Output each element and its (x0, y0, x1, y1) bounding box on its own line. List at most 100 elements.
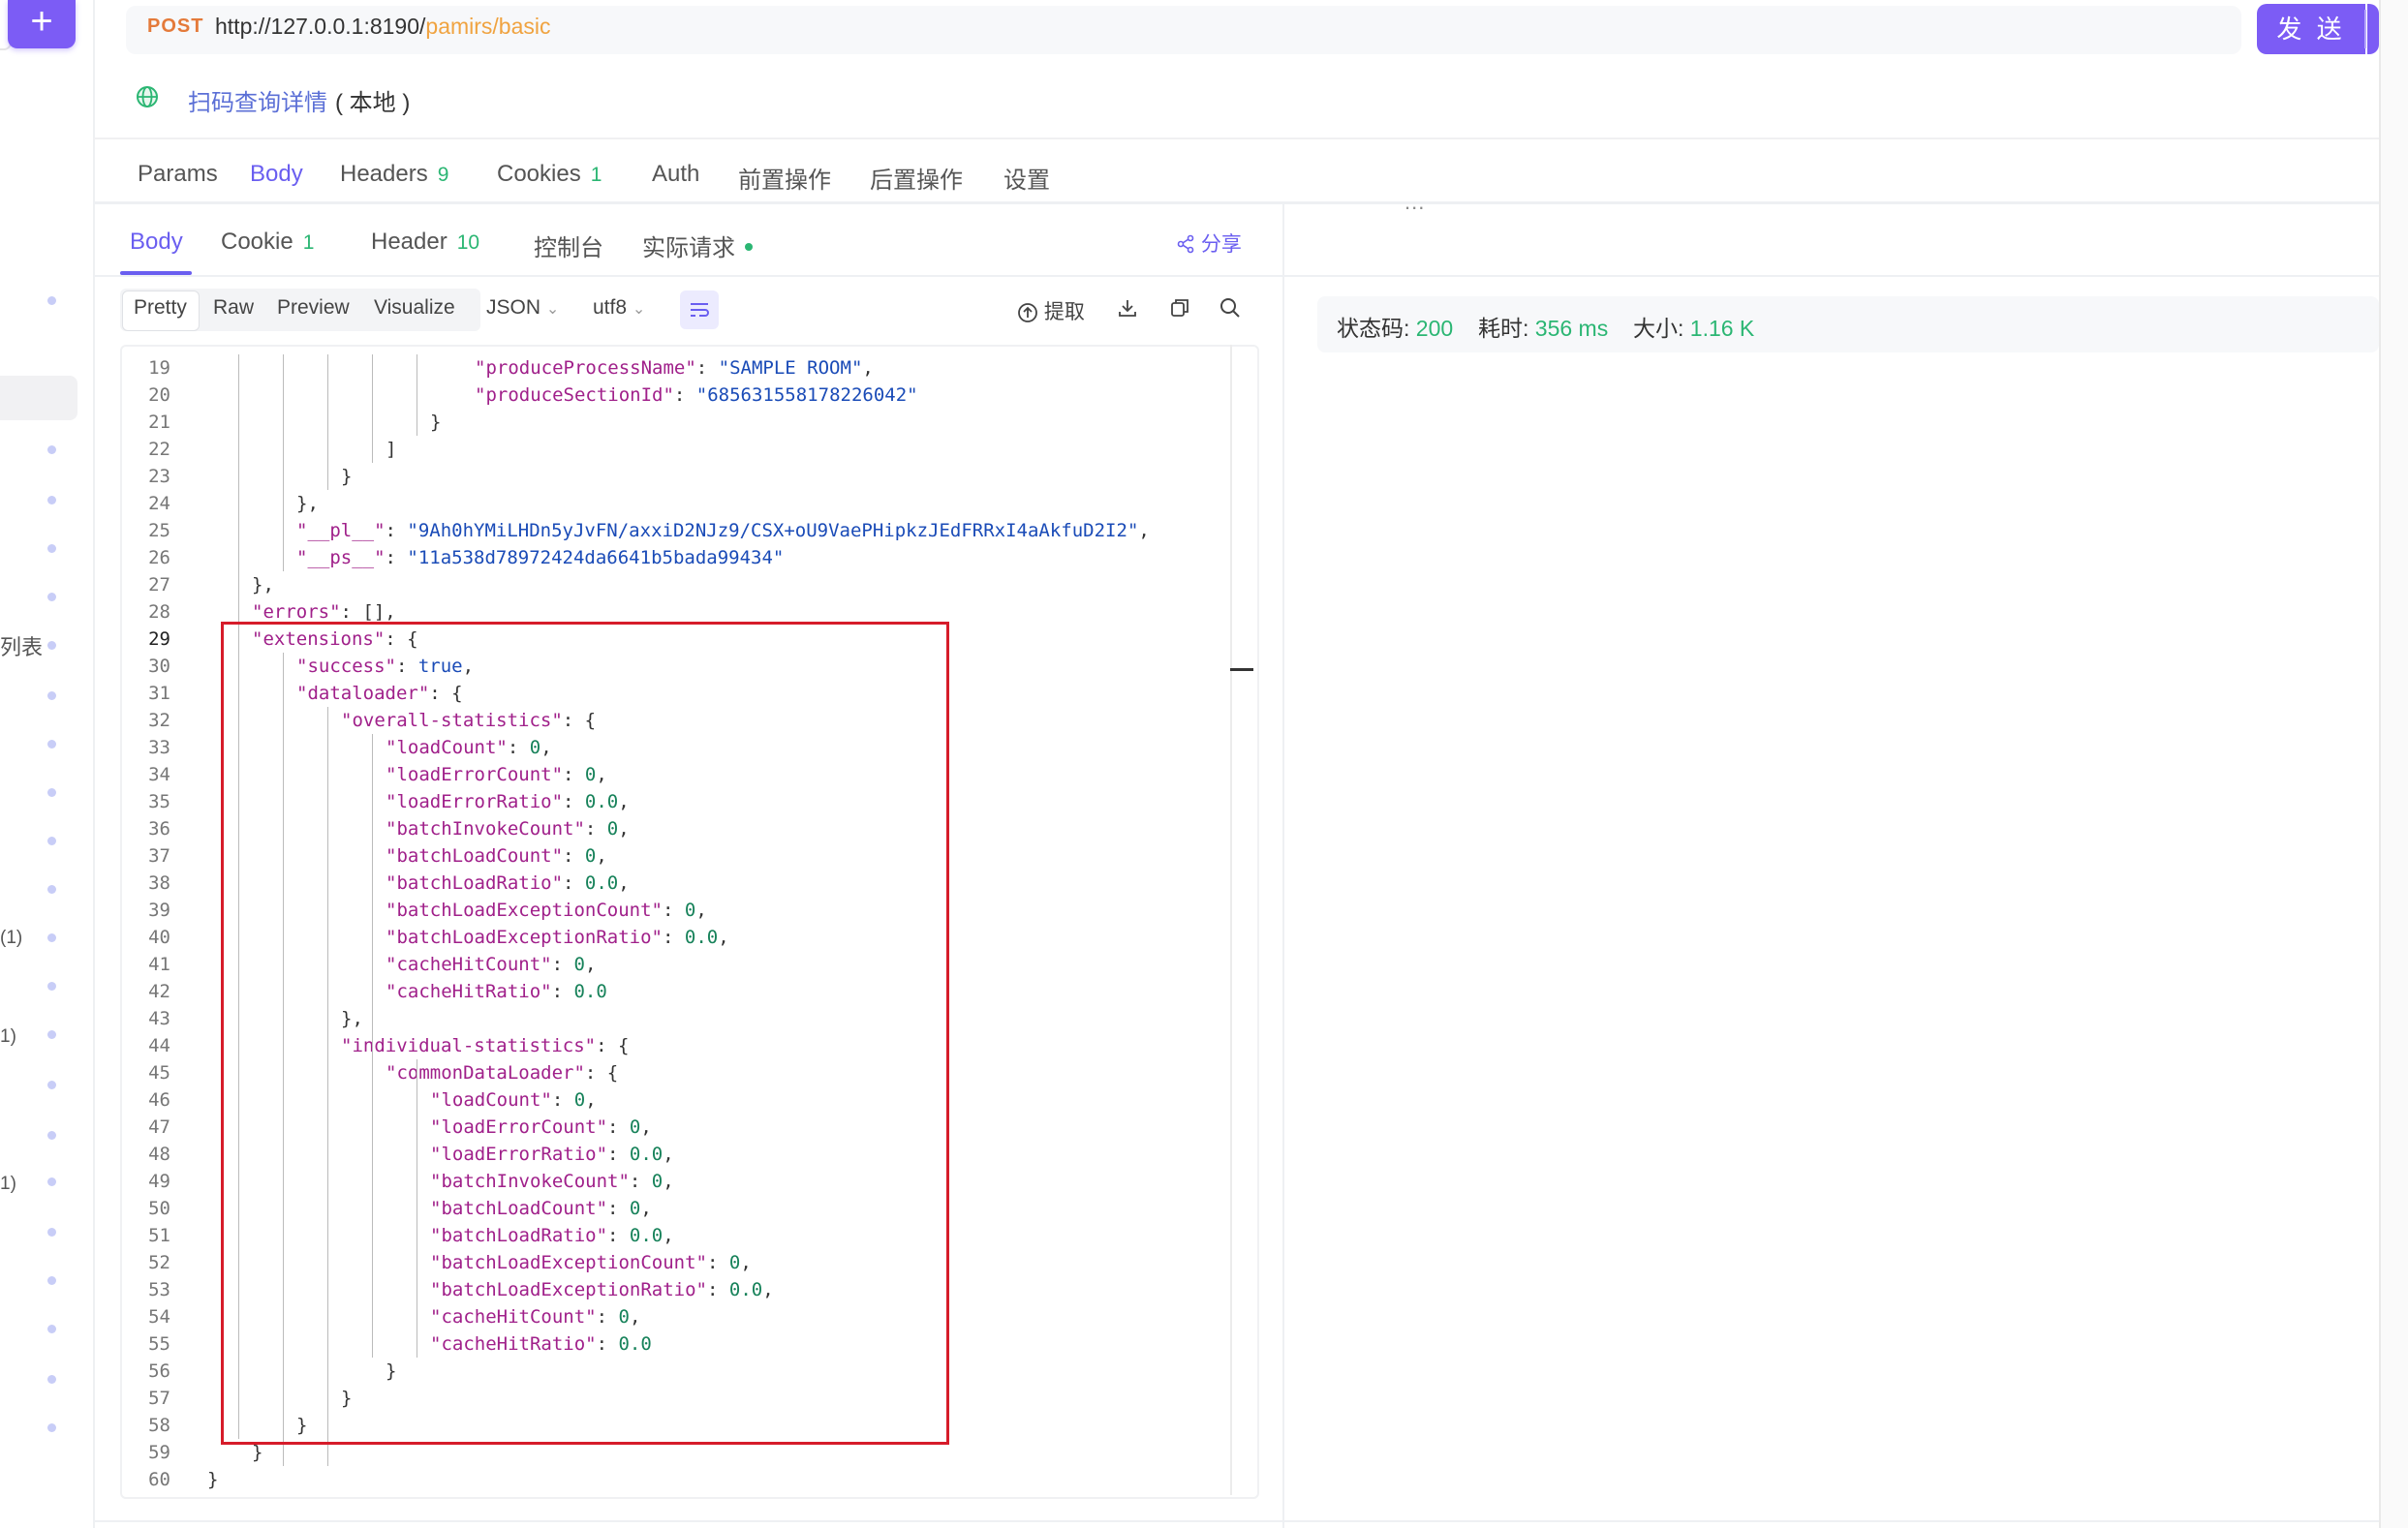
tab-auth[interactable]: Auth (652, 161, 699, 188)
view-pretty-button[interactable]: Pretty (134, 296, 187, 320)
tab-label: 实际请求 (642, 235, 735, 261)
tab-label: 后置操作 (870, 168, 963, 194)
line-number: 21 (148, 412, 170, 433)
word-wrap-button[interactable] (680, 290, 719, 329)
download-icon[interactable] (1116, 296, 1139, 320)
tab-label: Body (250, 161, 303, 187)
tree-node-icon (47, 593, 56, 601)
response-tab-body[interactable]: Body (130, 229, 183, 256)
tab-label: Header (371, 229, 448, 255)
sidebar-selected-item[interactable] (0, 376, 77, 420)
tab-count-badge: 1 (590, 164, 602, 186)
line-number: 52 (148, 1252, 170, 1273)
url-input[interactable]: http://127.0.0.1:8190/pamirs/basic (215, 14, 551, 40)
sidebar-item-fragment[interactable]: 1) (0, 1026, 16, 1048)
divider (93, 1520, 2379, 1522)
tree-node-icon (47, 885, 56, 894)
line-number: 29 (148, 628, 170, 650)
tab-label: Cookie (221, 229, 293, 255)
share-icon (1177, 234, 1194, 254)
line-number: 34 (148, 764, 170, 785)
tree-node-icon (47, 296, 56, 305)
wrap-icon (691, 303, 709, 317)
line-number: 41 (148, 954, 170, 975)
tab-post-processors[interactable]: 后置操作 (870, 161, 963, 195)
api-name-link[interactable]: 扫码查询详情 (188, 83, 327, 117)
resize-handle[interactable]: ... (1405, 190, 1425, 215)
code-text: ] (386, 439, 397, 460)
tab-label: 控制台 (534, 235, 603, 261)
format-select[interactable]: JSON ⌄ (486, 296, 559, 320)
copy-icon[interactable] (1168, 296, 1191, 320)
line-number: 49 (148, 1171, 170, 1192)
response-tab-cookie[interactable]: Cookie 1 (221, 229, 314, 256)
tree-node-icon (47, 1276, 56, 1285)
line-number: 30 (148, 656, 170, 677)
code-text: } (207, 1469, 219, 1490)
tab-count-badge: 10 (456, 231, 480, 254)
response-size: 大小: 1.16 K (1633, 310, 1754, 343)
extract-icon (1018, 303, 1037, 322)
tab-headers[interactable]: Headers 9 (340, 161, 448, 188)
line-number: 38 (148, 872, 170, 894)
resize-divider[interactable] (93, 201, 2379, 204)
response-time-label: 耗时: (1478, 316, 1529, 341)
tab-params[interactable]: Params (138, 161, 218, 188)
line-number: 28 (148, 601, 170, 623)
tree-node-icon (47, 691, 56, 700)
share-button[interactable]: 分享 (1176, 229, 1242, 258)
tree-node-icon (47, 837, 56, 845)
code-line: 24}, (122, 490, 1236, 517)
tab-settings[interactable]: 设置 (1003, 161, 1050, 195)
tab-label: 前置操作 (738, 168, 831, 194)
search-icon[interactable] (1219, 296, 1242, 320)
format-select-value: JSON (486, 296, 541, 319)
line-number: 36 (148, 818, 170, 840)
line-number: 44 (148, 1035, 170, 1056)
tab-count-badge: 1 (302, 231, 315, 254)
status-dot-icon (745, 242, 753, 251)
extract-button[interactable]: 提取 (1017, 296, 1085, 325)
view-raw-button[interactable]: Raw (213, 296, 254, 320)
sidebar-item-fragment[interactable]: (1) (0, 928, 22, 949)
tree-node-icon (47, 1131, 56, 1140)
view-visualize-button[interactable]: Visualize (374, 296, 455, 320)
code-line: 20 "produceSectionId": "68563155817822604… (122, 382, 1236, 409)
encoding-select-value: utf8 (593, 296, 628, 319)
sidebar-item-fragment[interactable]: 列表 (0, 630, 43, 661)
code-line: 26 "__ps__": "11a538d78972424da6641b5bada… (122, 544, 1236, 571)
tree-node-icon (47, 933, 56, 942)
add-button[interactable]: + (8, 0, 76, 48)
view-preview-button[interactable]: Preview (277, 296, 350, 320)
send-dropdown-button[interactable] (2367, 4, 2379, 54)
response-tab-header[interactable]: Header 10 (371, 229, 479, 256)
tree-node-icon (47, 740, 56, 749)
panel-divider[interactable] (1282, 204, 1284, 1528)
divider (93, 138, 2379, 139)
tab-body[interactable]: Body (250, 161, 303, 188)
divider (93, 275, 2379, 277)
highlight-annotation-box (221, 622, 949, 1445)
tab-cookies[interactable]: Cookies 1 (497, 161, 602, 188)
sidebar-item-fragment[interactable]: 1) (0, 1174, 16, 1195)
line-number: 43 (148, 1008, 170, 1029)
tree-node-icon (47, 1177, 56, 1186)
send-button[interactable]: 发 送 (2257, 4, 2365, 54)
response-tab-actual-request[interactable]: 实际请求 (642, 229, 753, 262)
line-number: 60 (148, 1469, 170, 1490)
status-code-label: 状态码: (1337, 316, 1410, 341)
http-method[interactable]: POST (147, 15, 203, 38)
code-line: 22] (122, 436, 1236, 463)
encoding-select[interactable]: utf8 ⌄ (593, 296, 645, 320)
line-number: 45 (148, 1062, 170, 1084)
line-number: 35 (148, 791, 170, 812)
editor-scrollbar[interactable] (1230, 345, 1232, 1495)
editor-scrollbar-thumb[interactable] (1230, 668, 1253, 671)
line-number: 46 (148, 1089, 170, 1111)
response-status-bar (1317, 296, 2379, 352)
code-text: } (341, 466, 353, 487)
response-tab-console[interactable]: 控制台 (534, 229, 603, 262)
tab-pre-processors[interactable]: 前置操作 (738, 161, 831, 195)
line-number: 27 (148, 574, 170, 596)
extract-label: 提取 (1043, 301, 1085, 323)
